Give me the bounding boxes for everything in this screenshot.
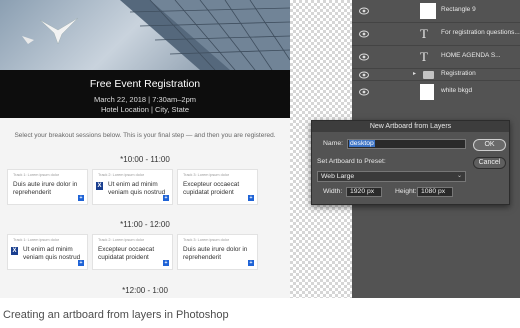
add-session-icon[interactable]: + (163, 260, 169, 266)
layer-row[interactable]: white bkgd (352, 81, 520, 103)
layer-name: Registration (441, 70, 476, 77)
event-location: Hotel Location | City, State (100, 105, 190, 114)
add-session-icon[interactable]: + (78, 260, 84, 266)
session-title: Excepteur occaecat cupidatat proident (98, 246, 155, 261)
session-card[interactable]: Track 1: Lorem ipsum dolor Duis aute iru… (7, 169, 88, 205)
registration-web-page: Free Event Registration March 22, 2018 |… (0, 0, 290, 298)
add-session-icon[interactable]: + (248, 260, 254, 266)
session-card[interactable]: Track 2: Lorem ipsum dolor Excepteur occ… (92, 234, 173, 270)
building-photo (22, 0, 290, 70)
session-track: Track 1: Lorem ipsum dolor (13, 238, 60, 242)
seagull-shape (39, 17, 79, 45)
layer-name: HOME AGENDA S... (441, 52, 501, 59)
session-card-selected[interactable]: Track 1: Lorem ipsum dolor X Ut enim ad … (7, 234, 88, 270)
folder-icon (423, 71, 434, 79)
layer-name: white bkgd (441, 87, 473, 94)
layer-name: Rectangle 9 (441, 6, 476, 13)
session-title: Duis aute irure dolor in reprehenderit (13, 181, 78, 196)
session-card-selected[interactable]: Track 2: Lorem ipsum dolor X Ut enim ad … (92, 169, 173, 205)
session-track: Track 2: Lorem ipsum dolor (98, 173, 145, 177)
preset-value: Web Large (321, 173, 355, 180)
height-input[interactable]: 1080 px (417, 187, 453, 197)
layer-row[interactable]: Rectangle 9 (352, 0, 520, 23)
shape-thumbnail-icon (420, 3, 436, 19)
session-title: Ut enim ad minim veniam quis nostrud (23, 246, 81, 261)
text-layer-icon: T (420, 49, 428, 64)
add-session-icon[interactable]: + (163, 195, 169, 201)
add-session-icon[interactable]: + (248, 195, 254, 201)
eye-icon[interactable] (359, 53, 369, 61)
add-session-icon[interactable]: + (78, 195, 84, 201)
eye-icon[interactable] (359, 71, 369, 79)
eye-icon[interactable] (359, 7, 369, 15)
session-card[interactable]: Track 3: Lorem ipsum dolor Excepteur occ… (177, 169, 258, 205)
event-banner: Free Event Registration March 22, 2018 |… (0, 70, 290, 118)
artboard-name-input[interactable]: desktop (347, 139, 466, 149)
session-track: Track 2: Lorem ipsum dolor (98, 238, 145, 242)
caption: Creating an artboard from layers in Phot… (3, 309, 229, 321)
session-track: Track 3: Lorem ipsum dolor (183, 238, 230, 242)
hero-image (0, 0, 290, 70)
eye-icon[interactable] (359, 30, 369, 38)
time-slot-label: *10:00 - 11:00 (120, 155, 170, 164)
photoshop-screenshot: Free Event Registration March 22, 2018 |… (0, 0, 520, 298)
time-slot-label: *11:00 - 12:00 (120, 220, 170, 229)
preset-select[interactable]: Web Large ⌄ (317, 171, 466, 182)
session-track: Track 3: Lorem ipsum dolor (183, 173, 230, 177)
width-label: Width: (323, 188, 343, 195)
new-artboard-dialog: New Artboard from Layers Name: desktop S… (311, 120, 510, 205)
event-date: March 22, 2018 | 7:30am–2pm (93, 95, 196, 104)
selected-check-icon: X (11, 247, 18, 255)
dialog-title: New Artboard from Layers (312, 121, 509, 132)
session-title: Duis aute irure dolor in reprehenderit (183, 246, 248, 261)
session-track: Track 1: Lorem ipsum dolor (13, 173, 60, 177)
layer-thumbnail-icon (420, 84, 434, 100)
artboard-name-value: desktop (349, 140, 375, 147)
ok-button[interactable]: OK (473, 139, 506, 151)
intro-text: Select your breakout sessions below. Thi… (14, 132, 276, 139)
expand-arrow-icon[interactable]: ▸ (413, 70, 416, 77)
session-card[interactable]: Track 3: Lorem ipsum dolor Duis aute iru… (177, 234, 258, 270)
width-input[interactable]: 1920 px (346, 187, 382, 197)
event-title: Free Event Registration (89, 78, 201, 90)
time-slot-label: *12:00 - 1:00 (122, 286, 168, 295)
layer-name: For registration questions... (441, 29, 520, 36)
session-title: Excepteur occaecat cupidatat proident (183, 181, 240, 196)
selected-check-icon: X (96, 182, 103, 190)
cancel-button[interactable]: Cancel (473, 157, 506, 169)
session-title: Ut enim ad minim veniam quis nostrud (108, 181, 166, 196)
name-label: Name: (323, 140, 344, 147)
preset-label: Set Artboard to Preset: (317, 158, 386, 165)
eye-icon[interactable] (359, 88, 369, 96)
layer-group-row[interactable]: ▸ Registration (352, 69, 520, 81)
height-label: Height: (395, 188, 417, 195)
layer-row[interactable]: T For registration questions... (352, 23, 520, 46)
layer-row[interactable]: T HOME AGENDA S... (352, 46, 520, 69)
text-layer-icon: T (420, 26, 428, 41)
chevron-down-icon: ⌄ (456, 173, 462, 179)
